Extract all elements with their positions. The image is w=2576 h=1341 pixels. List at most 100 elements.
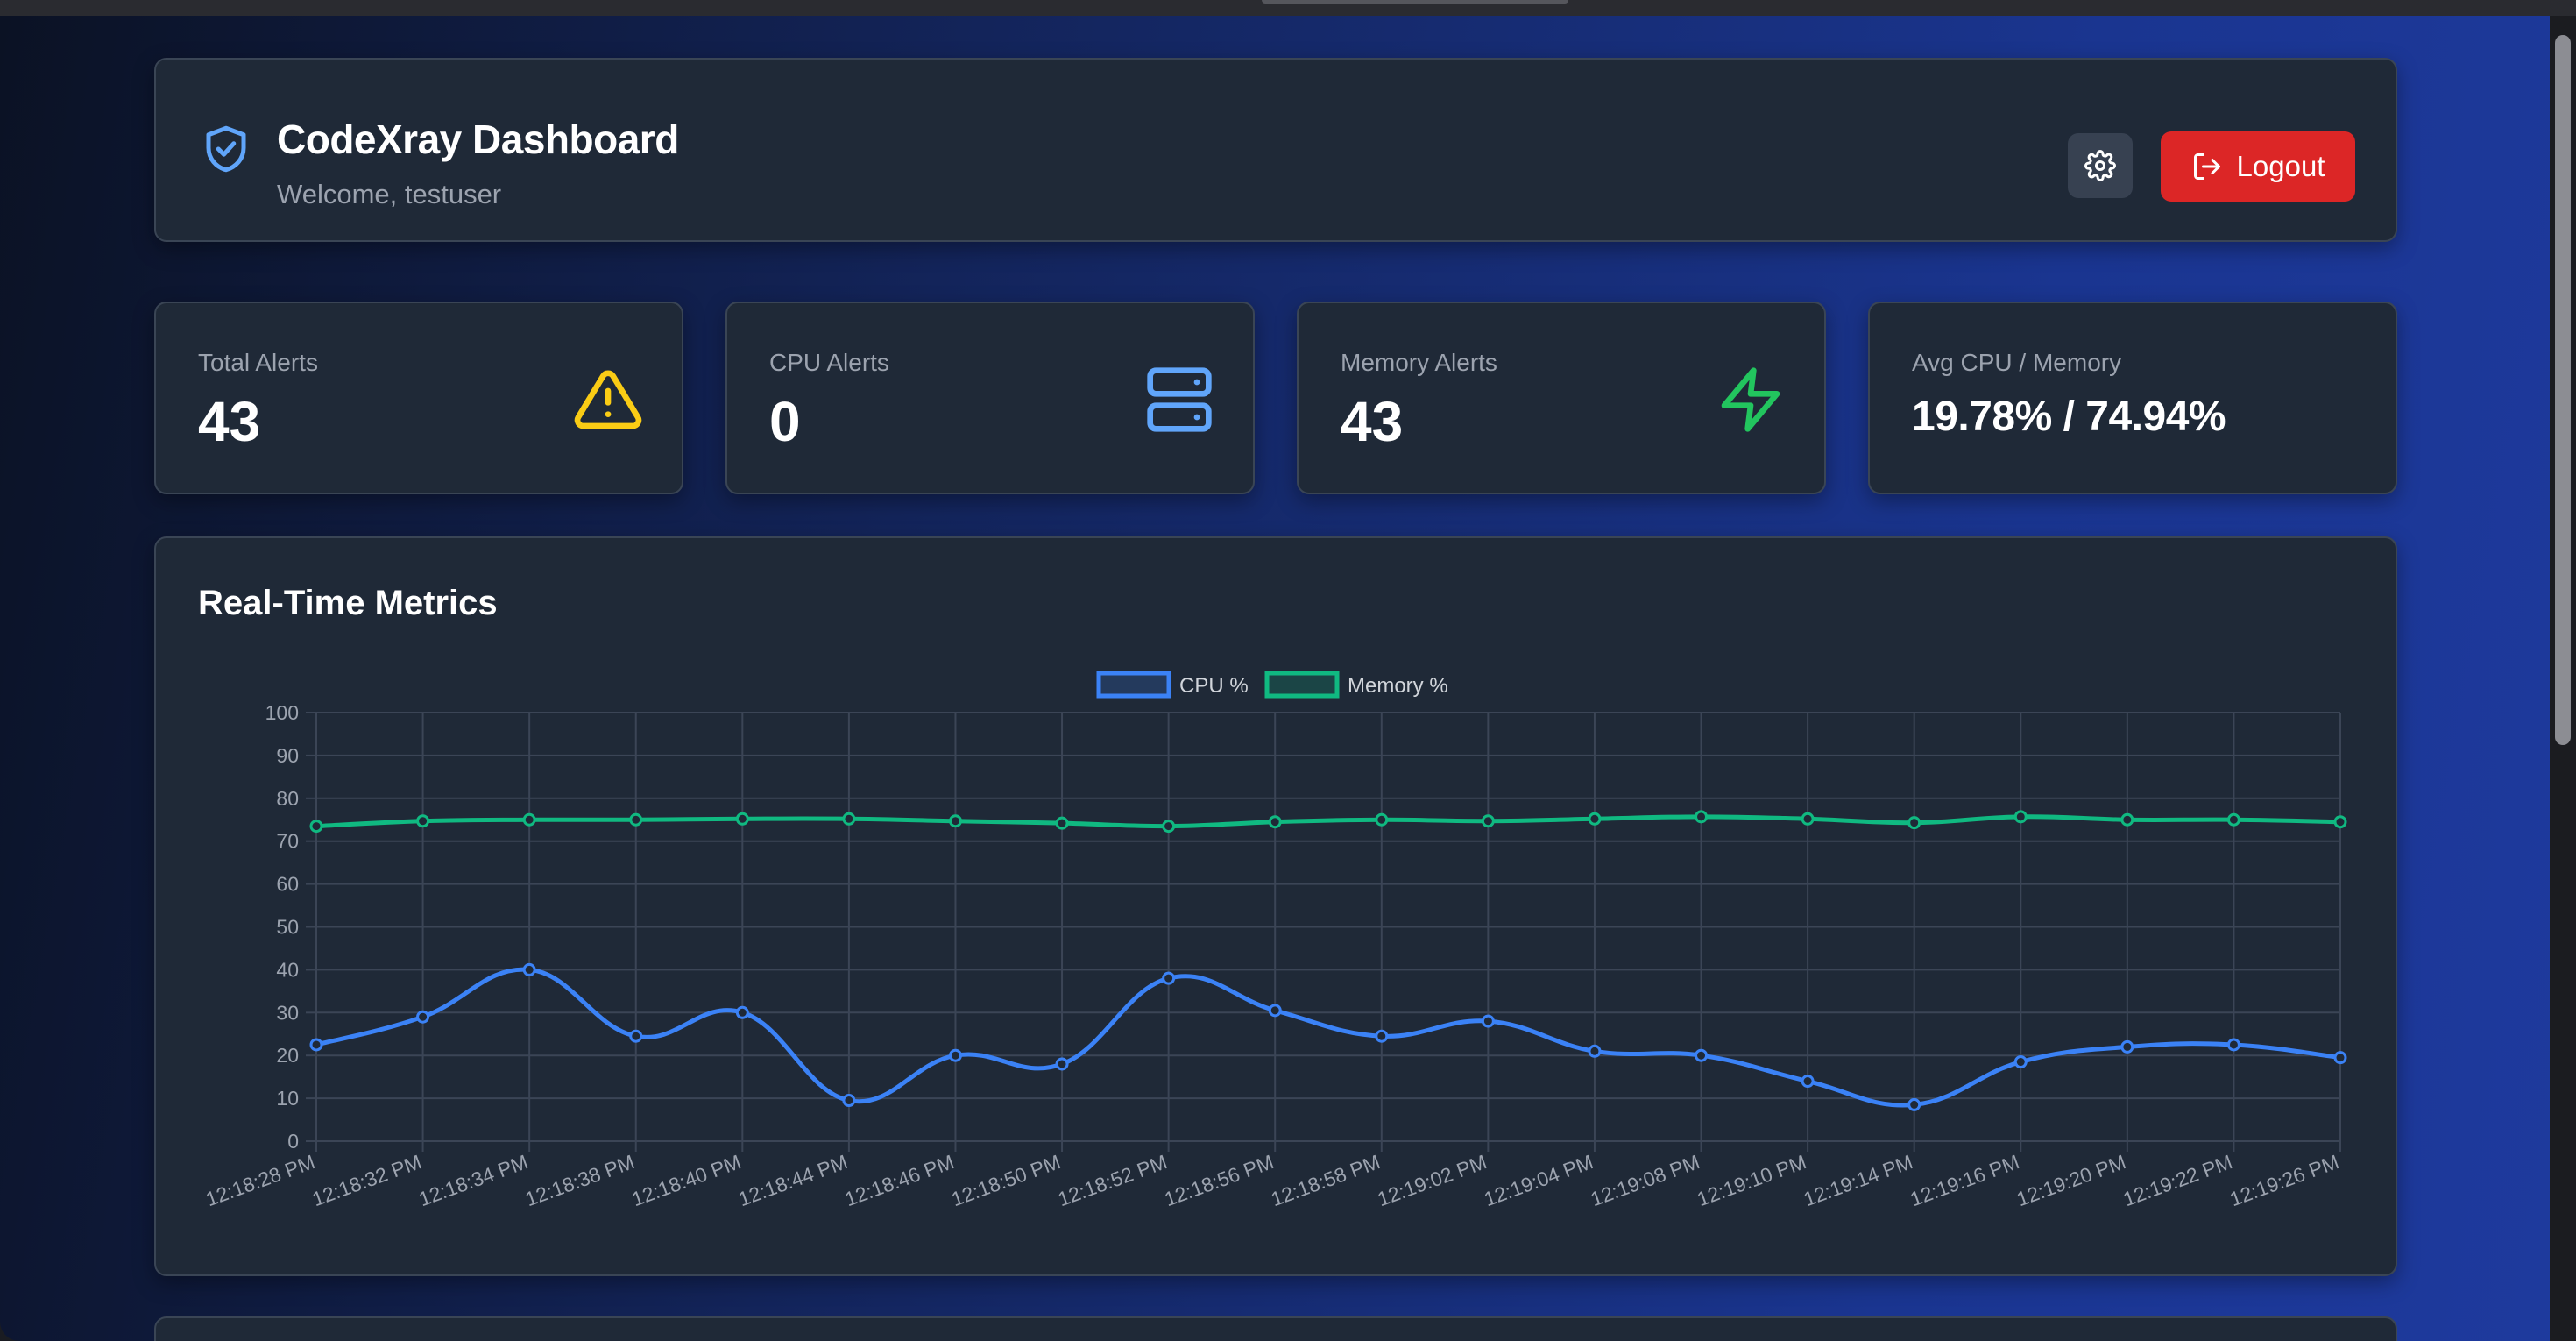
y-tick-label: 20 <box>276 1044 299 1067</box>
data-point-cpu <box>2226 1038 2240 1052</box>
data-point-cpu <box>948 1048 962 1062</box>
x-tick-label: 12:19:08 PM <box>1588 1150 1702 1210</box>
shield-check-icon <box>206 125 246 173</box>
data-point-cpu <box>1801 1075 1815 1089</box>
x-tick-label: 12:18:46 PM <box>842 1150 957 1210</box>
logout-button[interactable]: Logout <box>2161 131 2355 202</box>
stat-value: 43 <box>1341 390 1404 453</box>
data-point-cpu <box>522 962 536 976</box>
data-point-cpu <box>309 1038 323 1052</box>
x-tick-label: 12:18:40 PM <box>629 1150 744 1210</box>
data-point-cpu <box>735 1005 749 1019</box>
x-tick-label: 12:19:22 PM <box>2120 1150 2235 1210</box>
stat-value: 0 <box>769 390 801 453</box>
metrics-chart-card: Real-Time Metrics 0 10 20 30 40 50 60 70 80 90 100… <box>154 536 2397 1276</box>
data-point-cpu <box>842 1094 856 1108</box>
data-point-cpu <box>1055 1057 1069 1071</box>
x-tick-label: 12:18:32 PM <box>309 1150 424 1210</box>
data-point-memory <box>1588 812 1602 826</box>
data-point-memory <box>2120 812 2134 827</box>
y-tick-label: 70 <box>276 830 299 853</box>
x-tick-label: 12:18:38 PM <box>522 1150 637 1210</box>
scrollbar[interactable] <box>2550 16 2576 1341</box>
data-point-cpu <box>2333 1051 2347 1065</box>
lightning-icon <box>1721 367 1780 432</box>
next-section-card <box>154 1316 2397 1341</box>
data-point-cpu <box>1268 1004 1282 1018</box>
legend-label: CPU % <box>1179 674 1249 698</box>
x-tick-label: 12:18:44 PM <box>735 1150 850 1210</box>
data-point-memory <box>629 812 643 827</box>
scrollbar-thumb[interactable] <box>2555 35 2571 745</box>
y-tick-label: 60 <box>276 873 299 896</box>
settings-button[interactable] <box>2068 133 2133 198</box>
x-tick-label: 12:18:28 PM <box>202 1150 317 1210</box>
data-point-memory <box>948 814 962 828</box>
metrics-line-chart: 010203040506070809010012:18:28 PM12:18:3… <box>202 670 2347 1210</box>
data-point-memory <box>1162 820 1176 834</box>
x-tick-label: 12:18:52 PM <box>1055 1150 1170 1210</box>
x-tick-label: 12:19:02 PM <box>1375 1150 1490 1210</box>
stat-value: 19.78% / 74.94% <box>1912 394 2226 440</box>
data-point-cpu <box>1375 1029 1389 1043</box>
welcome-text: Welcome, testuser <box>277 179 502 209</box>
stat-label: Total Alerts <box>198 349 318 376</box>
stat-label: CPU Alerts <box>769 349 889 376</box>
window-top-bar <box>0 0 2576 16</box>
window-grip[interactable] <box>1262 0 1568 4</box>
data-point-memory <box>1268 815 1282 829</box>
legend-swatch <box>1096 670 1171 699</box>
data-point-memory <box>2226 812 2240 827</box>
logout-label: Logout <box>2236 150 2325 182</box>
server-icon <box>1147 367 1212 432</box>
y-tick-label: 10 <box>276 1087 299 1110</box>
x-tick-label: 12:18:50 PM <box>948 1150 1063 1210</box>
stat-value: 43 <box>198 390 261 453</box>
data-point-cpu <box>1481 1014 1495 1028</box>
data-point-memory <box>1801 812 1815 826</box>
data-point-memory <box>1375 812 1389 827</box>
x-tick-label: 12:18:56 PM <box>1161 1150 1276 1210</box>
data-point-memory <box>1907 816 1921 830</box>
stat-card-memory-alerts: Memory Alerts 43 <box>1297 302 1826 494</box>
data-point-cpu <box>2120 1039 2134 1054</box>
y-tick-label: 90 <box>276 744 299 767</box>
x-tick-label: 12:19:14 PM <box>1801 1150 1915 1210</box>
data-point-cpu <box>1907 1097 1921 1111</box>
x-tick-label: 12:18:34 PM <box>415 1150 530 1210</box>
legend-swatch <box>1264 670 1340 699</box>
y-tick-label: 0 <box>287 1130 299 1153</box>
y-tick-label: 80 <box>276 787 299 810</box>
x-tick-label: 12:19:26 PM <box>2226 1150 2341 1210</box>
data-point-cpu <box>1588 1044 1602 1058</box>
data-point-memory <box>416 814 430 828</box>
y-tick-label: 30 <box>276 1001 299 1024</box>
page-viewport: CodeXray Dashboard Welcome, testuser Log… <box>0 16 2576 1341</box>
y-tick-label: 40 <box>276 958 299 981</box>
data-point-cpu <box>629 1029 643 1043</box>
data-point-memory <box>1695 810 1709 824</box>
warning-triangle-icon <box>574 370 642 429</box>
data-point-memory <box>735 812 749 826</box>
stat-label: Avg CPU / Memory <box>1912 349 2122 376</box>
data-point-memory <box>522 812 536 827</box>
y-tick-label: 50 <box>276 916 299 939</box>
data-point-memory <box>1481 814 1495 828</box>
gear-icon <box>2084 150 2116 181</box>
y-tick-label: 100 <box>265 701 299 724</box>
data-point-memory <box>2333 815 2347 829</box>
stat-label: Memory Alerts <box>1341 349 1497 376</box>
logout-icon <box>2193 153 2220 180</box>
x-tick-label: 12:19:20 PM <box>2013 1150 2128 1210</box>
stat-card-avg-usage: Avg CPU / Memory 19.78% / 74.94% <box>1868 302 2397 494</box>
x-tick-label: 12:19:04 PM <box>1481 1150 1596 1210</box>
data-point-cpu <box>1162 971 1176 985</box>
stat-card-cpu-alerts: CPU Alerts 0 <box>725 302 1255 494</box>
data-point-memory <box>309 820 323 834</box>
page-title: CodeXray Dashboard <box>277 117 679 162</box>
x-tick-label: 12:19:16 PM <box>1907 1150 2022 1210</box>
data-point-cpu <box>2013 1055 2028 1069</box>
series-line-cpu <box>315 967 2341 1108</box>
data-point-memory <box>1055 816 1069 830</box>
data-point-memory <box>2013 810 2028 824</box>
